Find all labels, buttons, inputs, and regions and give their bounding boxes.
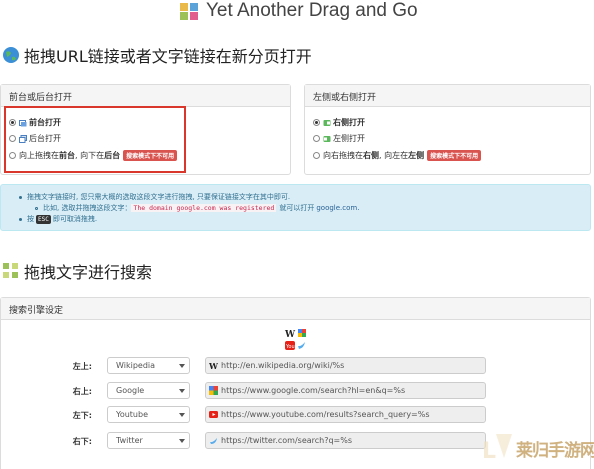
search-engine-panel-title: 搜索引擎设定: [1, 298, 590, 320]
option-background[interactable]: 后台打开: [9, 133, 61, 144]
engine-row-label: 右下:: [72, 437, 92, 446]
info-line-1: 拖拽文字链接时, 您只需大概的选取这段文字进行拖拽, 只要保证链接文字在其中即可…: [19, 192, 290, 202]
radio-drag-direction-side[interactable]: [313, 152, 320, 159]
engine-url-field[interactable]: https://twitter.com/search?q=%s: [205, 432, 486, 449]
youtube-icon: [209, 411, 218, 418]
engine-row-label: 左上:: [72, 362, 92, 371]
wikipedia-icon: W: [209, 361, 218, 370]
engine-layout-preview-icon: W You: [284, 329, 306, 350]
chevron-down-icon: [179, 413, 185, 417]
option-left-side[interactable]: 左侧打开: [313, 133, 365, 144]
info-line-3: 按 ESC 即可取消拖拽.: [19, 214, 97, 224]
section-title-url-text: 拖拽URL链接或者文字链接在新分页打开: [24, 47, 312, 66]
engine-row-label: 右上:: [72, 387, 92, 396]
radio-left-side[interactable]: [313, 135, 320, 142]
engine-select-value: Twitter: [116, 436, 143, 445]
tab-left-icon: [323, 135, 331, 142]
chevron-down-icon: [179, 364, 185, 368]
info-line-2: 比如, 选取并拖拽这段文字： The domain google.com was…: [35, 203, 359, 213]
engine-url-field[interactable]: https://www.youtube.com/results?search_q…: [205, 406, 486, 423]
engine-select[interactable]: Google: [107, 382, 190, 399]
app-title: Yet Another Drag and Go: [206, 0, 418, 21]
engine-url-value: http://en.wikipedia.org/wiki/%s: [221, 361, 345, 370]
section-title-url-drag: 拖拽URL链接或者文字链接在新分页打开: [2, 43, 312, 67]
svg-text:You: You: [285, 344, 295, 350]
engine-select-value: Wikipedia: [116, 361, 156, 370]
engine-url-value: https://www.youtube.com/results?search_q…: [221, 410, 430, 419]
engine-select-value: Google: [116, 386, 145, 395]
app-header: Yet Another Drag and Go: [0, 0, 594, 26]
option-right-side[interactable]: 右侧打开: [313, 117, 365, 128]
watermark-text: 莱归手游网: [516, 441, 594, 461]
tab-right-icon: [323, 119, 331, 126]
tab-front-icon: [19, 119, 27, 126]
engine-select-value: Youtube: [116, 410, 148, 419]
engine-select[interactable]: Twitter: [107, 432, 190, 449]
engine-url-field[interactable]: https://www.google.com/search?hl=en&q=%s: [205, 382, 486, 399]
engine-url-value: https://www.google.com/search?hl=en&q=%s: [221, 386, 406, 395]
radio-foreground[interactable]: [9, 119, 16, 126]
tab-position-panel-title: 前台或后台打开: [1, 85, 290, 107]
unavailable-badge: 搜索模式下不可用: [123, 150, 178, 161]
svg-text:W: W: [209, 361, 218, 370]
svg-text:L: L: [482, 439, 496, 464]
tab-side-panel-title: 左侧或右侧打开: [305, 85, 590, 107]
engine-row-label: 左下:: [72, 411, 92, 420]
tab-back-icon: [19, 134, 27, 143]
tab-side-panel: 左侧或右侧打开: [304, 84, 591, 175]
app-logo-icon: [180, 3, 198, 20]
google-icon: [209, 386, 218, 395]
info-box: 拖拽文字链接时, 您只需大概的选取这段文字进行拖拽, 只要保证链接文字在其中即可…: [0, 184, 591, 231]
example-code: The domain google.com was registered: [131, 204, 277, 212]
radio-right-side[interactable]: [313, 119, 320, 126]
example-link[interactable]: google.com.: [316, 204, 359, 212]
option-drag-direction-position[interactable]: 向上拖拽在 前台, 向下在 后台 搜索模式下不可用: [9, 150, 178, 161]
engine-url-value: https://twitter.com/search?q=%s: [221, 436, 353, 445]
twitter-icon: [210, 438, 217, 444]
engine-select[interactable]: Wikipedia: [107, 357, 190, 374]
section-title-text-search-label: 拖拽文字进行搜索: [24, 263, 153, 282]
drag-grid-icon: [3, 263, 18, 278]
unavailable-badge: 搜索模式下不可用: [427, 150, 482, 161]
section-title-text-search: 拖拽文字进行搜索: [2, 259, 152, 283]
radio-background[interactable]: [9, 135, 16, 142]
esc-key: ESC: [36, 214, 51, 224]
globe-icon: [3, 47, 19, 63]
option-foreground[interactable]: 前台打开: [9, 117, 61, 128]
engine-select[interactable]: Youtube: [107, 406, 190, 423]
chevron-down-icon: [179, 389, 185, 393]
chevron-down-icon: [179, 439, 185, 443]
radio-drag-direction-position[interactable]: [9, 152, 16, 159]
svg-text:W: W: [284, 330, 296, 340]
option-drag-direction-side[interactable]: 向右拖拽在 右侧, 向左在 左侧 搜索模式下不可用: [313, 150, 482, 161]
engine-url-field[interactable]: Whttp://en.wikipedia.org/wiki/%s: [205, 357, 486, 374]
